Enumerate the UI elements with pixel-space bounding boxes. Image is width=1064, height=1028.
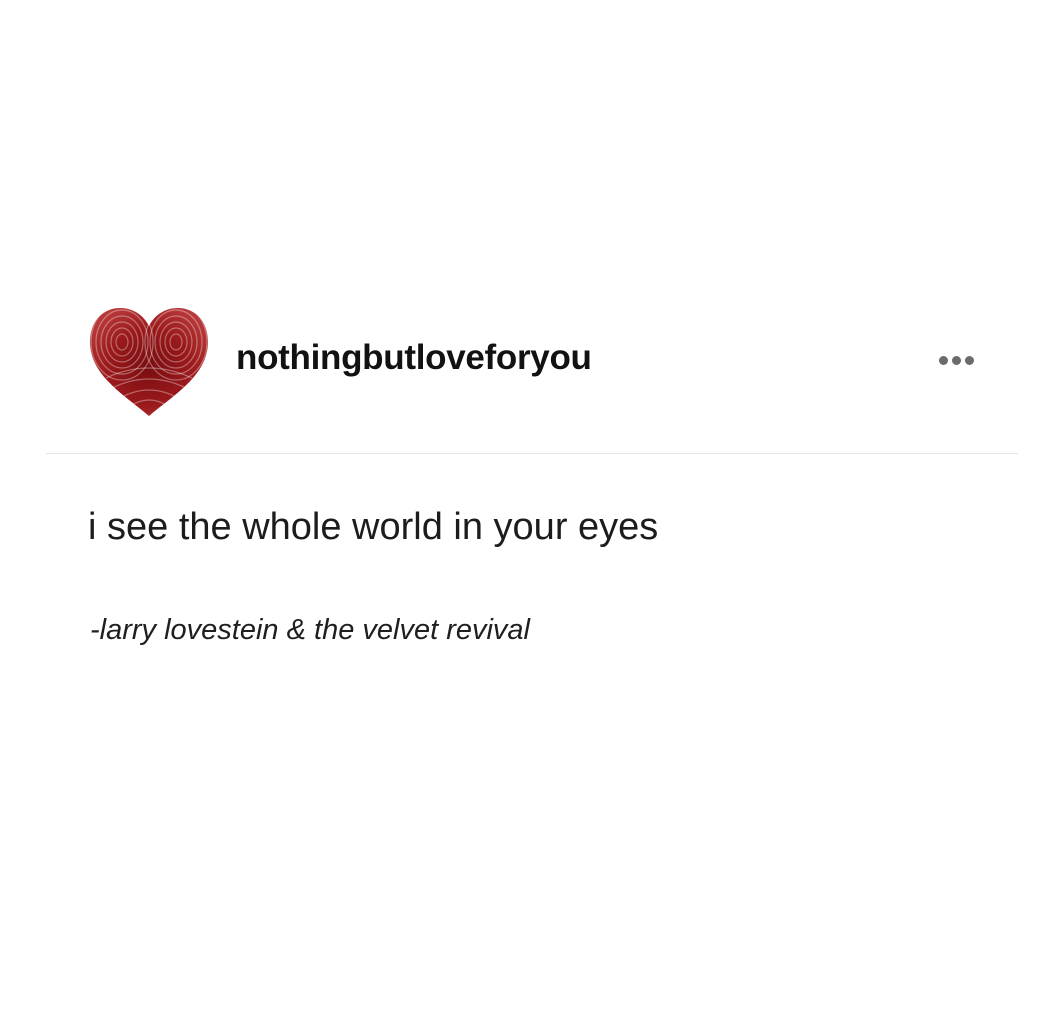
dot (951, 355, 961, 365)
avatar[interactable] (86, 298, 212, 424)
post-quote-text: i see the whole world in your eyes (88, 506, 659, 548)
username-link[interactable]: nothingbutloveforyou (236, 338, 592, 378)
fingerprint-heart-icon (90, 308, 208, 416)
dot (964, 355, 974, 365)
post-header: nothingbutloveforyou (46, 290, 1018, 454)
post-attribution: -larry lovestein & the velvet revival (90, 614, 530, 646)
more-options-button[interactable] (926, 342, 986, 378)
header-divider (46, 453, 1018, 454)
more-options-icon (938, 355, 974, 365)
dot (938, 355, 948, 365)
post-card: nothingbutloveforyou i see the whole wor… (46, 290, 1018, 690)
